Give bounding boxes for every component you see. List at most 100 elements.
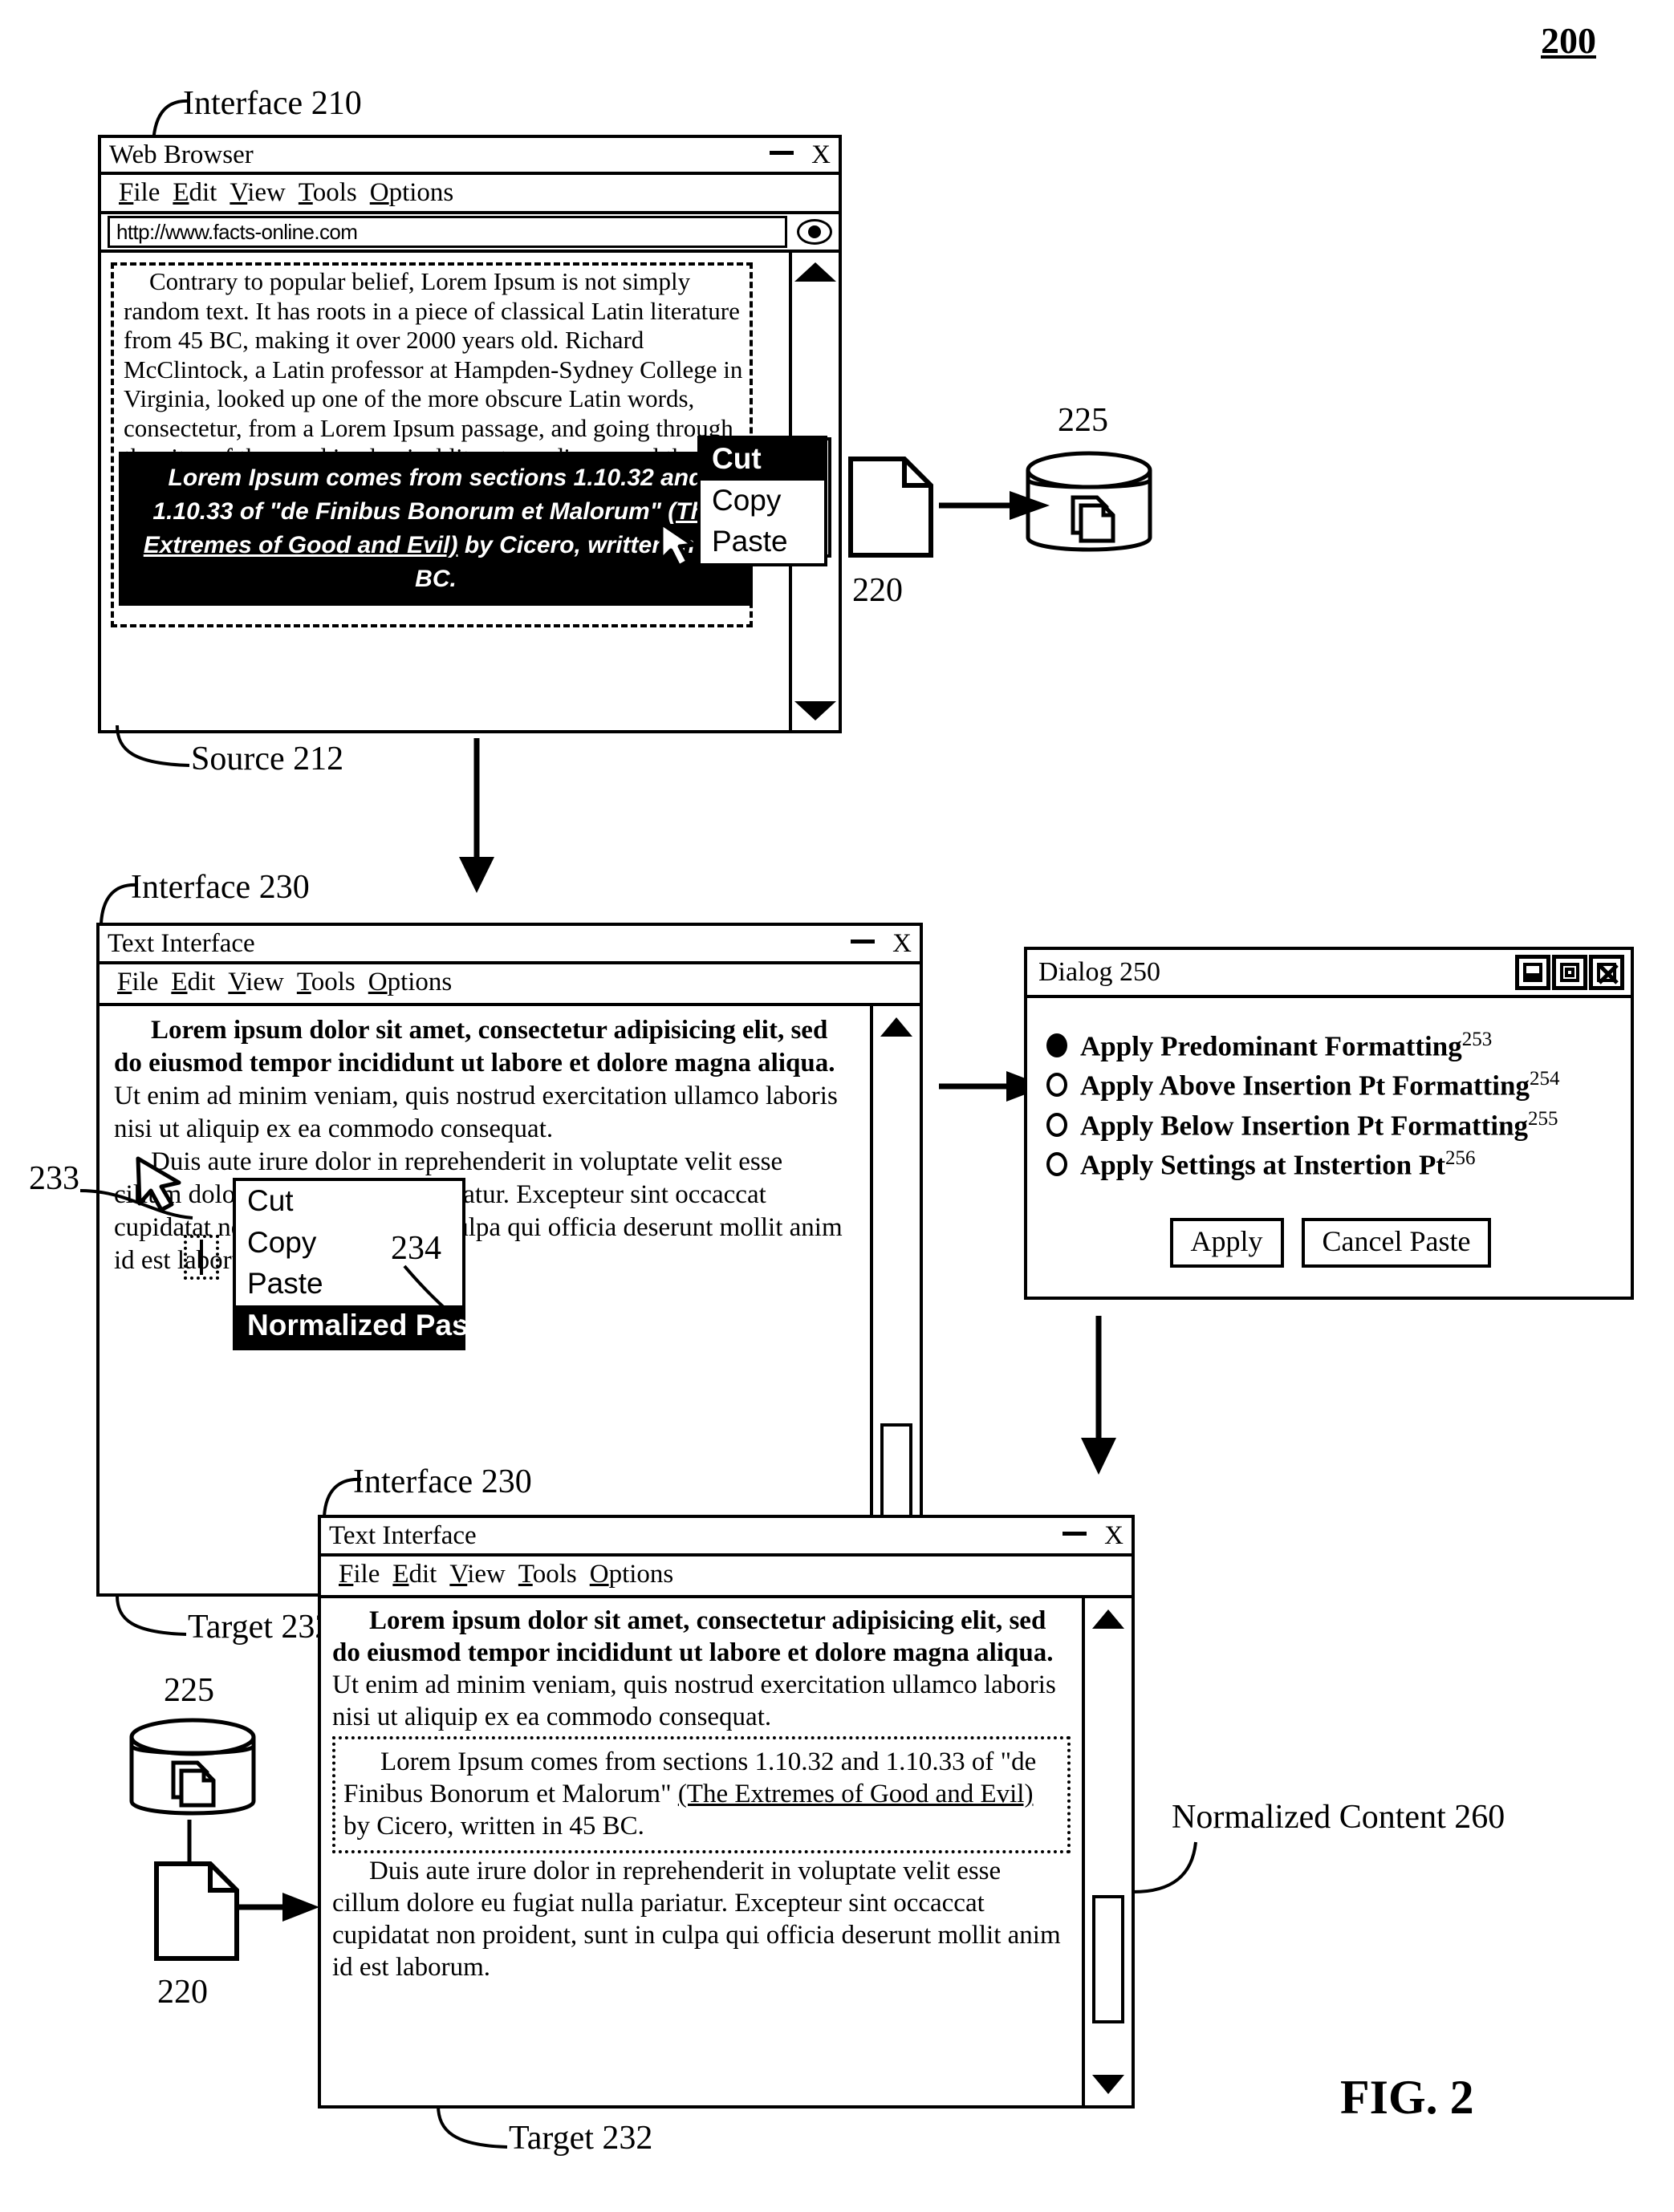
radio-button-predominant[interactable]: [1046, 1033, 1067, 1057]
document-paragraph-2: Duis aute irure dolor in reprehenderit i…: [114, 1147, 843, 1275]
close-icon[interactable]: X: [811, 141, 831, 168]
maximize-icon[interactable]: [1552, 955, 1587, 990]
radio-button-above-insertion[interactable]: [1046, 1073, 1067, 1098]
browser-window-buttons[interactable]: X: [770, 141, 831, 168]
close-icon[interactable]: X: [1104, 1522, 1123, 1549]
apply-button[interactable]: Apply: [1169, 1217, 1284, 1268]
radio-button-settings-at-insertion[interactable]: [1046, 1152, 1067, 1177]
option-ref: 255: [1528, 1107, 1558, 1130]
leader-line-interface-230-mid: [100, 883, 139, 924]
result-paragraph-1-rest: Ut enim ad minim veniam, quis nostrud ex…: [332, 1670, 1056, 1731]
close-icon[interactable]: [1589, 955, 1624, 990]
callout-interface-210: Interface 210: [183, 85, 362, 122]
browser-page-content[interactable]: Contrary to popular belief, Lorem Ipsum …: [101, 253, 789, 730]
result-paragraph-2: Duis aute irure dolor in reprehenderit i…: [332, 1857, 1061, 1982]
dialog-body: Apply Predominant Formatting253 Apply Ab…: [1027, 998, 1631, 1268]
text-interface-bottom-menubar[interactable]: File Edit View Tools Options: [321, 1557, 1132, 1598]
text-interface-bottom-window-buttons[interactable]: X: [1063, 1522, 1123, 1549]
web-browser-window[interactable]: Web Browser X File Edit View Tools Options h…: [98, 135, 842, 733]
dialog-window-buttons[interactable]: [1515, 955, 1624, 990]
minimize-icon[interactable]: [1515, 955, 1550, 990]
context-menu-item-copy[interactable]: Copy: [701, 481, 824, 522]
dialog-option-row[interactable]: Apply Above Insertion Pt Formatting254: [1046, 1066, 1615, 1104]
text-interface-bottom-document[interactable]: Lorem ipsum dolor sit amet, consectetur …: [321, 1598, 1082, 2105]
option-text: Apply Below Insertion Pt Formatting: [1080, 1110, 1529, 1142]
text-interface-mid-window-buttons[interactable]: X: [851, 930, 912, 957]
leader-line-target-232-mid: [116, 1595, 187, 1636]
eye-icon[interactable]: [797, 219, 832, 245]
menu-item-tools[interactable]: Tools: [518, 1560, 577, 1589]
menu-item-options[interactable]: Options: [590, 1560, 674, 1589]
leader-line-target-232-bottom: [437, 2104, 508, 2149]
url-input[interactable]: http://www.facts-online.com: [108, 216, 787, 248]
pasted-paragraph: Lorem Ipsum comes from sections 1.10.32 …: [343, 1746, 1059, 1842]
browser-context-menu[interactable]: Cut Copy Paste: [697, 436, 827, 567]
menu-item-file[interactable]: File: [339, 1560, 380, 1589]
menu-item-options[interactable]: Options: [370, 178, 454, 207]
dialog-option-label: Apply Predominant Formatting253: [1080, 1027, 1492, 1065]
menu-item-tools[interactable]: Tools: [297, 968, 356, 996]
dialog-title: Dialog 250: [1038, 957, 1161, 987]
menu-item-edit[interactable]: Edit: [171, 968, 215, 996]
menu-item-view[interactable]: View: [449, 1560, 506, 1589]
text-interface-bottom-viewport: Lorem ipsum dolor sit amet, consectetur …: [321, 1598, 1132, 2105]
browser-address-row[interactable]: http://www.facts-online.com: [101, 214, 839, 253]
callout-interface-230-bottom: Interface 230: [353, 1463, 532, 1500]
option-text: Apply Settings at Instertion Pt: [1080, 1150, 1446, 1182]
menu-item-options[interactable]: Options: [368, 968, 453, 996]
leader-line-234: [403, 1264, 461, 1322]
menu-item-view[interactable]: View: [228, 968, 284, 996]
leader-line-normalized-content-260: [1132, 1841, 1197, 1893]
context-menu-item-cut[interactable]: Cut: [701, 439, 824, 481]
browser-title: Web Browser: [109, 140, 254, 169]
scroll-up-arrow-icon[interactable]: [794, 262, 836, 282]
option-ref: 256: [1445, 1147, 1476, 1170]
normalized-content-block: Lorem Ipsum comes from sections 1.10.32 …: [332, 1736, 1071, 1853]
dialog-option-row[interactable]: Apply Predominant Formatting253: [1046, 1027, 1615, 1065]
minimize-icon[interactable]: [1063, 1531, 1087, 1536]
scroll-down-arrow-icon[interactable]: [1092, 2075, 1124, 2094]
text-interface-bottom-scrollbar[interactable]: [1082, 1598, 1132, 2105]
arrow-dialog-to-result: [1081, 1316, 1116, 1475]
close-icon[interactable]: X: [892, 930, 912, 957]
text-interface-mid-menubar[interactable]: File Edit View Tools Options: [100, 964, 920, 1006]
menu-item-edit[interactable]: Edit: [173, 178, 217, 207]
option-ref: 254: [1530, 1068, 1560, 1090]
option-text: Apply Predominant Formatting: [1080, 1030, 1462, 1062]
scroll-up-arrow-icon[interactable]: [1092, 1609, 1124, 1629]
callout-220-bottom: 220: [157, 1974, 208, 2011]
callout-225-top: 225: [1058, 402, 1108, 439]
browser-menubar[interactable]: File Edit View Tools Options: [101, 175, 839, 214]
menu-item-file[interactable]: File: [119, 178, 160, 207]
radio-button-below-insertion[interactable]: [1046, 1112, 1067, 1137]
minimize-icon[interactable]: [851, 939, 876, 944]
text-interface-window-bottom[interactable]: Text Interface X File Edit View Tools Option…: [318, 1515, 1135, 2109]
scroll-down-arrow-icon[interactable]: [794, 701, 836, 720]
menu-item-file[interactable]: File: [117, 968, 158, 996]
browser-titlebar: Web Browser X: [101, 138, 839, 175]
context-menu-item-cut[interactable]: Cut: [236, 1181, 462, 1223]
cancel-paste-button[interactable]: Cancel Paste: [1301, 1217, 1492, 1268]
dialog-250[interactable]: Dialog 250 Apply Predominant Formatting2…: [1024, 947, 1634, 1300]
clipboard-item-220-icon: [848, 457, 933, 558]
callout-target-232-mid: Target 232: [188, 1609, 332, 1646]
text-caret: [200, 1240, 203, 1275]
minimize-icon[interactable]: [770, 150, 794, 155]
clipboard-store-225-icon: [1026, 451, 1152, 552]
scrollbar-thumb[interactable]: [1092, 1895, 1124, 2023]
text-interface-mid-document[interactable]: Lorem ipsum dolor sit amet, consectetur …: [100, 1006, 870, 1593]
menu-item-edit[interactable]: Edit: [392, 1560, 437, 1589]
clipboard-store-225-icon: [129, 1718, 256, 1816]
document-paragraph-1-bold: Lorem ipsum dolor sit amet, consectetur …: [114, 1016, 835, 1078]
text-interface-mid-scrollbar[interactable]: [870, 1006, 920, 1593]
callout-234: 234: [391, 1230, 441, 1267]
context-menu-item-paste[interactable]: Paste: [701, 522, 824, 563]
dialog-option-label: Apply Below Insertion Pt Formatting255: [1080, 1106, 1558, 1144]
dialog-option-row[interactable]: Apply Settings at Instertion Pt256: [1046, 1146, 1615, 1183]
menu-item-view[interactable]: View: [230, 178, 286, 207]
option-text: Apply Above Insertion Pt Formatting: [1080, 1070, 1530, 1102]
dialog-option-row[interactable]: Apply Below Insertion Pt Formatting255: [1046, 1106, 1615, 1144]
scroll-up-arrow-icon[interactable]: [880, 1017, 912, 1037]
menu-item-tools[interactable]: Tools: [299, 178, 357, 207]
callout-normalized-content-260: Normalized Content 260: [1172, 1799, 1505, 1836]
